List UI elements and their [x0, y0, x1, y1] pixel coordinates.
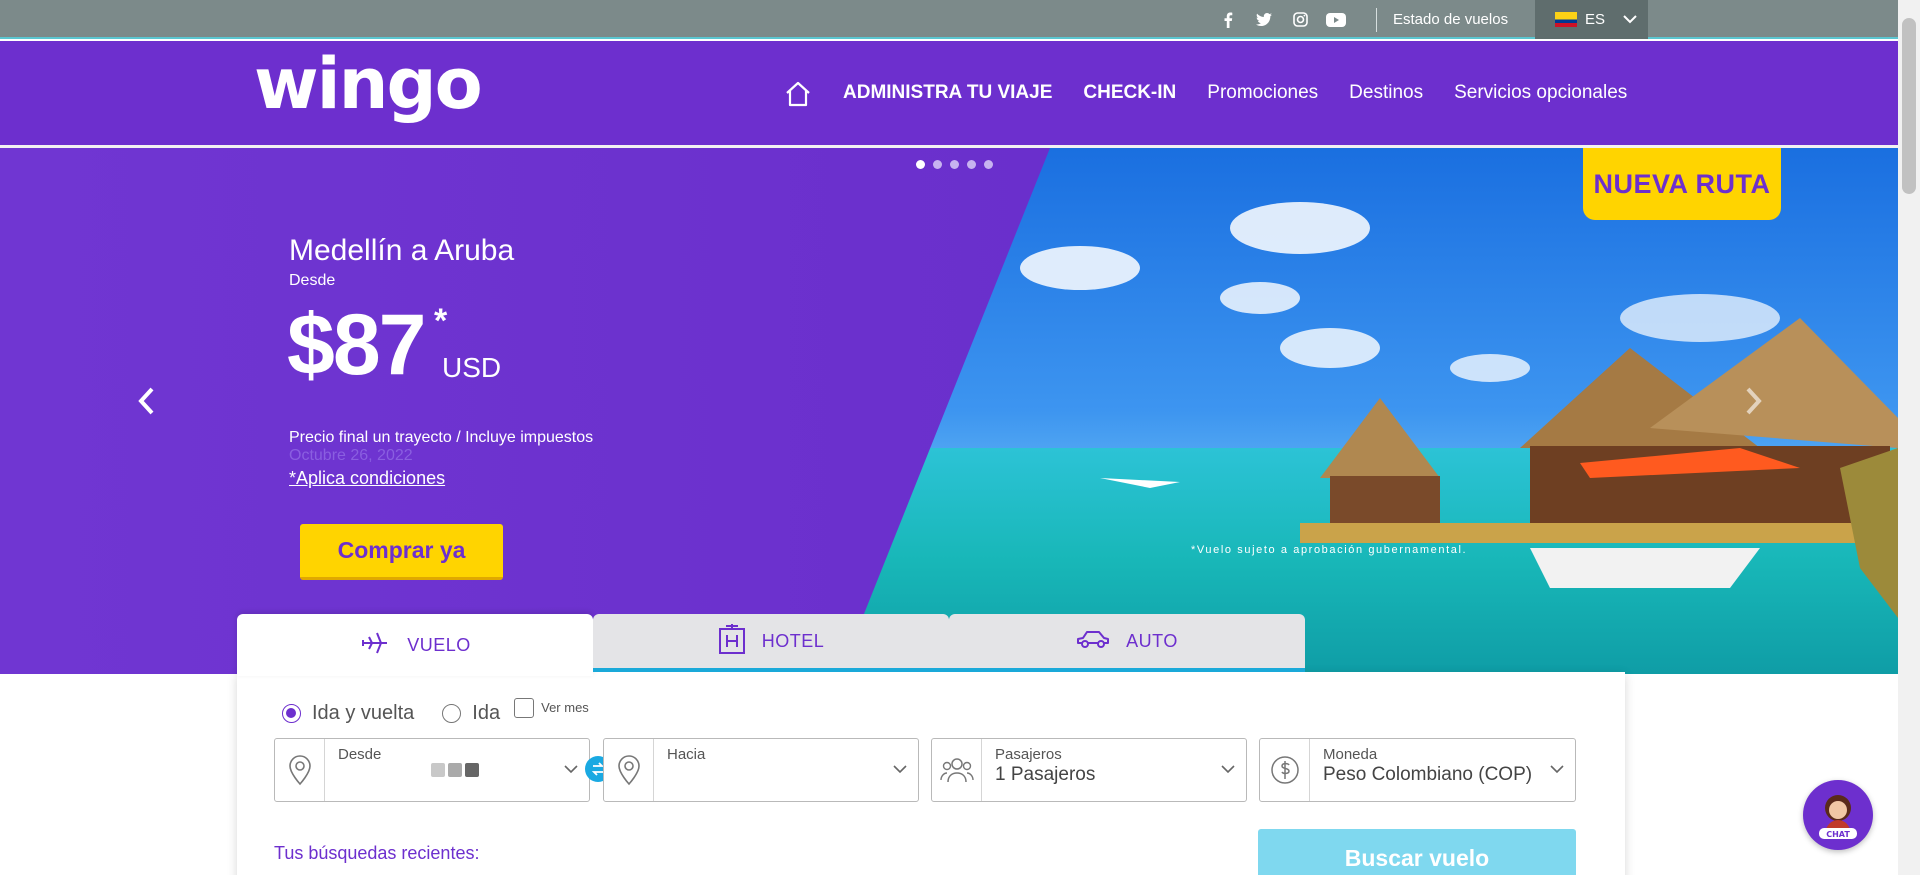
- chevron-down-icon: [1220, 757, 1236, 786]
- scrollbar-thumb[interactable]: [1902, 18, 1916, 194]
- origin-label: Desde: [338, 746, 382, 763]
- carousel-dots: [916, 160, 993, 169]
- passengers-label: Pasajeros: [995, 746, 1062, 763]
- location-pin-icon: [604, 739, 654, 801]
- home-icon[interactable]: [784, 80, 812, 113]
- passengers-icon: [932, 739, 982, 801]
- hero-route-title: Medellín a Aruba: [289, 234, 515, 267]
- destination-label: Hacia: [667, 746, 706, 763]
- passengers-field[interactable]: Pasajeros 1 Pasajeros: [931, 738, 1247, 802]
- nav-item-promociones[interactable]: Promociones: [1207, 82, 1318, 104]
- tab-auto[interactable]: AUTO: [949, 614, 1305, 672]
- chat-avatar-icon: CHAT: [1819, 795, 1857, 839]
- destination-field[interactable]: Hacia: [603, 738, 919, 802]
- language-selector[interactable]: ES: [1535, 0, 1648, 39]
- tab-auto-label: AUTO: [1126, 630, 1178, 651]
- round-trip-radio[interactable]: [282, 704, 301, 723]
- twitter-icon[interactable]: [1253, 9, 1275, 31]
- chevron-down-icon: [563, 757, 579, 786]
- hero-currency: USD: [442, 352, 502, 383]
- nav-item-checkin[interactable]: CHECK-IN: [1083, 82, 1176, 104]
- instagram-icon[interactable]: [1289, 9, 1311, 31]
- hero-date: Octubre 26, 2022: [289, 447, 413, 464]
- carousel-prev-icon[interactable]: [136, 386, 156, 425]
- nav-item-destinos[interactable]: Destinos: [1349, 82, 1423, 104]
- topbar-divider: [1376, 8, 1377, 32]
- plane-icon: [359, 627, 391, 664]
- carousel-next-icon[interactable]: [1744, 386, 1764, 425]
- location-pin-icon: [275, 739, 325, 801]
- nav-item-administra[interactable]: ADMINISTRA TU VIAJE: [843, 82, 1052, 104]
- hotel-icon: [718, 623, 746, 660]
- carousel-dot[interactable]: [967, 160, 976, 169]
- wingo-logo[interactable]: wingo: [254, 43, 516, 132]
- carousel-dot[interactable]: [950, 160, 959, 169]
- social-links: [1217, 0, 1347, 39]
- search-flight-button[interactable]: Buscar vuelo: [1258, 829, 1576, 875]
- trip-type-options: Ida y vuelta Ida Ver mes: [282, 697, 589, 725]
- round-trip-label: Ida y vuelta: [312, 702, 415, 724]
- hero-price-note: Precio final un trayecto / Incluye impue…: [289, 429, 594, 446]
- hero-carousel: NUEVA RUTA Medellín a Aruba Desde $87 * …: [0, 148, 1898, 674]
- page-scrollbar[interactable]: [1898, 0, 1920, 875]
- facebook-icon[interactable]: [1217, 9, 1239, 31]
- conditions-link[interactable]: *Aplica condiciones: [289, 468, 445, 489]
- colombia-flag-icon: [1555, 12, 1577, 27]
- carousel-dot[interactable]: [984, 160, 993, 169]
- carousel-dot[interactable]: [933, 160, 942, 169]
- carousel-dot[interactable]: [916, 160, 925, 169]
- main-navigation: wingo ADMINISTRA TU VIAJE CHECK-IN Promo…: [0, 41, 1898, 145]
- youtube-icon[interactable]: [1325, 9, 1347, 31]
- see-month-checkbox[interactable]: [514, 697, 535, 718]
- car-icon: [1076, 629, 1110, 654]
- tab-hotel-label: HOTEL: [761, 630, 825, 651]
- search-tabs: VUELO HOTEL AUTO: [237, 614, 1305, 676]
- one-way-label: Ida: [472, 702, 501, 724]
- nav-item-servicios[interactable]: Servicios opcionales: [1454, 82, 1627, 104]
- currency-label: Moneda: [1323, 746, 1378, 763]
- language-code: ES: [1585, 11, 1606, 28]
- passengers-value: 1 Pasajeros: [995, 764, 1096, 785]
- loading-indicator: [431, 763, 479, 777]
- hero-from-label: Desde: [289, 272, 336, 289]
- new-route-badge: NUEVA RUTA: [1583, 148, 1781, 220]
- chevron-down-icon: [1623, 11, 1637, 28]
- recent-searches-label: Tus búsquedas recientes:: [274, 843, 480, 863]
- top-utility-bar: Estado de vuelos ES: [0, 0, 1898, 39]
- tab-hotel[interactable]: HOTEL: [593, 614, 949, 672]
- chat-button[interactable]: CHAT: [1803, 780, 1873, 850]
- hero-background-image: [0, 148, 1898, 674]
- currency-value: Peso Colombiano (COP): [1323, 764, 1533, 785]
- chevron-down-icon: [1549, 757, 1565, 786]
- nav-menu: ADMINISTRA TU VIAJE CHECK-IN Promociones…: [843, 41, 1627, 145]
- currency-icon: [1260, 739, 1310, 801]
- chevron-down-icon: [892, 757, 908, 786]
- buy-now-button[interactable]: Comprar ya: [300, 524, 503, 580]
- tab-vuelo-label: VUELO: [407, 634, 471, 655]
- svg-text:wingo: wingo: [254, 51, 481, 125]
- origin-field[interactable]: Desde: [274, 738, 590, 802]
- tab-vuelo[interactable]: VUELO: [237, 614, 593, 676]
- one-way-radio[interactable]: [442, 704, 462, 723]
- see-month-label: Ver mes: [541, 700, 589, 715]
- government-approval-note: *Vuelo sujeto a aprobación gubernamental…: [1191, 544, 1468, 556]
- hero-price-asterisk: *: [434, 302, 448, 340]
- svg-text:CHAT: CHAT: [1826, 830, 1850, 839]
- flight-status-link[interactable]: Estado de vuelos: [1393, 0, 1508, 39]
- hero-price: $87: [287, 297, 426, 393]
- currency-field[interactable]: Moneda Peso Colombiano (COP): [1259, 738, 1576, 802]
